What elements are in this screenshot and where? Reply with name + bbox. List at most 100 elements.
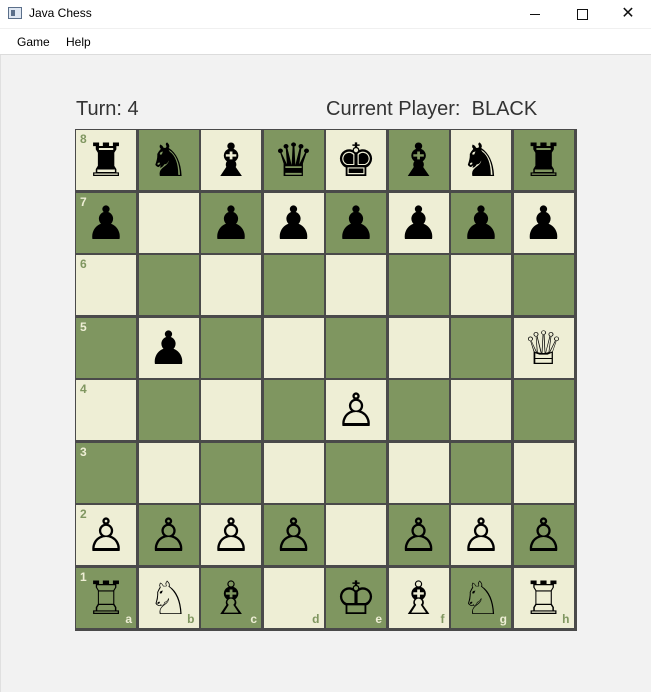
square-d3[interactable] xyxy=(263,442,324,503)
square-b4[interactable] xyxy=(138,380,199,440)
black-piece-icon[interactable]: ♟ xyxy=(139,318,199,378)
white-piece-icon[interactable]: ♙ xyxy=(389,505,449,565)
square-g5[interactable] xyxy=(451,317,511,378)
square-g8[interactable]: ♞ xyxy=(451,130,511,190)
black-piece-icon[interactable]: ♜ xyxy=(76,130,136,190)
square-h4[interactable] xyxy=(513,380,574,440)
square-e7[interactable]: ♟ xyxy=(326,192,386,253)
square-b6[interactable] xyxy=(138,255,199,315)
square-c6[interactable] xyxy=(201,255,261,315)
square-g2[interactable]: ♙ xyxy=(451,505,511,565)
square-g6[interactable] xyxy=(451,255,511,315)
black-piece-icon[interactable]: ♚ xyxy=(326,130,386,190)
white-piece-icon[interactable]: ♗ xyxy=(201,568,261,628)
white-piece-icon[interactable]: ♘ xyxy=(451,568,511,628)
square-c1[interactable]: c ♗ xyxy=(201,567,261,628)
square-b8[interactable]: ♞ xyxy=(138,130,199,190)
square-g4[interactable] xyxy=(451,380,511,440)
square-a7[interactable]: 7 ♟ xyxy=(76,192,136,253)
square-d4[interactable] xyxy=(263,380,324,440)
square-a6[interactable]: 6 xyxy=(76,255,136,315)
square-e2[interactable] xyxy=(326,505,386,565)
black-piece-icon[interactable]: ♛ xyxy=(264,130,324,190)
square-f8[interactable]: ♝ xyxy=(388,130,449,190)
black-piece-icon[interactable]: ♝ xyxy=(389,130,449,190)
white-piece-icon[interactable]: ♔ xyxy=(326,568,386,628)
black-piece-icon[interactable]: ♝ xyxy=(201,130,261,190)
menu-game[interactable]: Game xyxy=(17,35,50,49)
square-g3[interactable] xyxy=(451,442,511,503)
square-d5[interactable] xyxy=(263,317,324,378)
square-a4[interactable]: 4 xyxy=(76,380,136,440)
square-h7[interactable]: ♟ xyxy=(513,192,574,253)
white-piece-icon[interactable]: ♕ xyxy=(514,318,574,378)
square-f2[interactable]: ♙ xyxy=(388,505,449,565)
square-h2[interactable]: ♙ xyxy=(513,505,574,565)
square-a8[interactable]: 8 ♜ xyxy=(76,130,136,190)
square-e8[interactable]: ♚ xyxy=(326,130,386,190)
white-piece-icon[interactable]: ♖ xyxy=(76,568,136,628)
white-piece-icon[interactable]: ♙ xyxy=(201,505,261,565)
square-f4[interactable] xyxy=(388,380,449,440)
square-f6[interactable] xyxy=(388,255,449,315)
square-e3[interactable] xyxy=(326,442,386,503)
white-piece-icon[interactable]: ♙ xyxy=(514,505,574,565)
square-f7[interactable]: ♟ xyxy=(388,192,449,253)
white-piece-icon[interactable]: ♘ xyxy=(139,568,199,628)
square-d1[interactable]: d xyxy=(263,567,324,628)
square-e5[interactable] xyxy=(326,317,386,378)
white-piece-icon[interactable]: ♙ xyxy=(76,505,136,565)
square-h5[interactable]: ♕ xyxy=(513,317,574,378)
white-piece-icon[interactable]: ♖ xyxy=(514,568,574,628)
square-a2[interactable]: 2 ♙ xyxy=(76,505,136,565)
white-piece-icon[interactable]: ♙ xyxy=(264,505,324,565)
square-b2[interactable]: ♙ xyxy=(138,505,199,565)
menu-help[interactable]: Help xyxy=(66,35,91,49)
square-c2[interactable]: ♙ xyxy=(201,505,261,565)
black-piece-icon[interactable]: ♟ xyxy=(201,193,261,253)
square-c5[interactable] xyxy=(201,317,261,378)
black-piece-icon[interactable]: ♟ xyxy=(264,193,324,253)
white-piece-icon[interactable]: ♙ xyxy=(139,505,199,565)
black-piece-icon[interactable]: ♟ xyxy=(514,193,574,253)
square-h1[interactable]: h ♖ xyxy=(513,567,574,628)
square-h6[interactable] xyxy=(513,255,574,315)
square-d2[interactable]: ♙ xyxy=(263,505,324,565)
square-b3[interactable] xyxy=(138,442,199,503)
square-e1[interactable]: e ♔ xyxy=(326,567,386,628)
square-f5[interactable] xyxy=(388,317,449,378)
square-g7[interactable]: ♟ xyxy=(451,192,511,253)
black-piece-icon[interactable]: ♟ xyxy=(389,193,449,253)
square-a1[interactable]: 1 a ♖ xyxy=(76,567,136,628)
close-button[interactable]: ✕ xyxy=(605,0,651,28)
black-piece-icon[interactable]: ♟ xyxy=(451,193,511,253)
black-piece-icon[interactable]: ♞ xyxy=(139,130,199,190)
square-c3[interactable] xyxy=(201,442,261,503)
square-c8[interactable]: ♝ xyxy=(201,130,261,190)
white-piece-icon[interactable]: ♙ xyxy=(326,380,386,440)
square-h3[interactable] xyxy=(513,442,574,503)
square-a3[interactable]: 3 xyxy=(76,442,136,503)
square-e6[interactable] xyxy=(326,255,386,315)
white-piece-icon[interactable]: ♗ xyxy=(389,568,449,628)
black-piece-icon[interactable]: ♞ xyxy=(451,130,511,190)
white-piece-icon[interactable]: ♙ xyxy=(451,505,511,565)
square-f1[interactable]: f ♗ xyxy=(388,567,449,628)
square-g1[interactable]: g ♘ xyxy=(451,567,511,628)
square-f3[interactable] xyxy=(388,442,449,503)
square-h8[interactable]: ♜ xyxy=(513,130,574,190)
black-piece-icon[interactable]: ♟ xyxy=(76,193,136,253)
square-d7[interactable]: ♟ xyxy=(263,192,324,253)
maximize-button[interactable] xyxy=(559,0,605,28)
square-b5[interactable]: ♟ xyxy=(138,317,199,378)
square-b1[interactable]: b ♘ xyxy=(138,567,199,628)
square-c7[interactable]: ♟ xyxy=(201,192,261,253)
black-piece-icon[interactable]: ♟ xyxy=(326,193,386,253)
square-c4[interactable] xyxy=(201,380,261,440)
minimize-button[interactable] xyxy=(512,0,558,28)
square-b7[interactable] xyxy=(138,192,199,253)
black-piece-icon[interactable]: ♜ xyxy=(514,130,574,190)
square-a5[interactable]: 5 xyxy=(76,317,136,378)
square-e4[interactable]: ♙ xyxy=(326,380,386,440)
square-d8[interactable]: ♛ xyxy=(263,130,324,190)
